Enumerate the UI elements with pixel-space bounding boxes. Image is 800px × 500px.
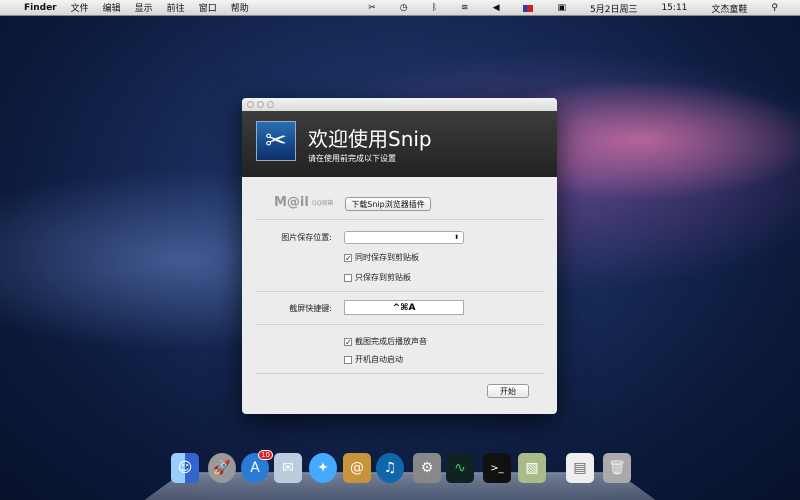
checkbox-clipboard-only[interactable]: 只保存到剪贴板 bbox=[344, 272, 411, 283]
dock-mail-icon[interactable]: ✉ bbox=[274, 453, 302, 483]
menu-help[interactable]: 帮助 bbox=[231, 1, 249, 14]
close-button[interactable] bbox=[247, 101, 254, 108]
dock-safari-icon[interactable]: ✦ bbox=[309, 453, 337, 483]
save-location-label: 图片保存位置: bbox=[281, 233, 332, 242]
notification-badge: 10 bbox=[258, 450, 273, 460]
clock-date[interactable]: 5月2日周三 bbox=[590, 2, 637, 15]
dock-launchpad-icon[interactable]: 🚀 bbox=[208, 453, 236, 483]
snip-welcome-dialog: ✂ 欢迎使用Snip 请在使用前完成以下设置 M@il QQ邮箱 下载Snip浏… bbox=[242, 98, 557, 414]
checkbox-unchecked[interactable] bbox=[344, 355, 352, 364]
dock-document-stack-icon[interactable]: ▤ bbox=[566, 453, 594, 483]
menu-app-finder[interactable]: Finder bbox=[24, 3, 57, 13]
divider bbox=[256, 291, 544, 292]
input-flag-icon[interactable] bbox=[523, 4, 534, 12]
dock-trash-icon[interactable]: 🗑 bbox=[603, 453, 631, 483]
divider bbox=[256, 373, 544, 374]
bluetooth-icon[interactable]: ᛒ bbox=[432, 3, 437, 13]
checkbox-unchecked[interactable] bbox=[344, 273, 352, 282]
clock-time[interactable]: 15:11 bbox=[661, 3, 687, 13]
dialog-subtitle: 请在使用前完成以下设置 bbox=[308, 154, 396, 163]
dock-app-store-icon[interactable]: A 10 bbox=[241, 450, 273, 483]
menu-window[interactable]: 窗口 bbox=[199, 1, 217, 14]
start-button[interactable]: 开始 bbox=[487, 384, 529, 398]
dialog-title: 欢迎使用Snip bbox=[308, 127, 432, 151]
zoom-button[interactable] bbox=[267, 101, 274, 108]
download-plugin-button[interactable]: 下载Snip浏览器插件 bbox=[345, 197, 431, 211]
menu-bar: Finder 文件 编辑 显示 前往 窗口 帮助 ✂ ◷ ᛒ ≋ ◀ ▣ 5月2… bbox=[0, 0, 800, 16]
divider bbox=[256, 324, 544, 325]
dock-preview-icon[interactable]: ▧ bbox=[518, 453, 546, 483]
time-machine-icon[interactable]: ◷ bbox=[400, 3, 408, 13]
save-location-select[interactable]: ⬍ bbox=[344, 231, 464, 244]
dialog-header: ✂ 欢迎使用Snip 请在使用前完成以下设置 bbox=[242, 111, 557, 177]
menu-file[interactable]: 文件 bbox=[71, 1, 89, 14]
dock-activity-monitor-icon[interactable]: ∿ bbox=[446, 453, 474, 483]
select-arrows-icon: ⬍ bbox=[453, 234, 459, 241]
snip-scissors-icon: ✂ bbox=[256, 121, 296, 161]
divider bbox=[256, 219, 544, 220]
qq-mail-logo: M@il QQ邮箱 bbox=[274, 195, 334, 210]
menu-edit[interactable]: 编辑 bbox=[103, 1, 121, 14]
menu-go[interactable]: 前往 bbox=[167, 1, 185, 14]
spotlight-icon[interactable]: ⚲ bbox=[771, 3, 778, 13]
dock-terminal-icon[interactable]: >_ bbox=[483, 453, 511, 483]
title-bar[interactable] bbox=[242, 98, 557, 111]
snip-status-icon[interactable]: ✂ bbox=[368, 3, 376, 13]
checkbox-play-sound[interactable]: ✓ 截图完成后播放声音 bbox=[344, 336, 427, 347]
minimize-button[interactable] bbox=[257, 101, 264, 108]
wifi-icon[interactable]: ≋ bbox=[461, 3, 469, 13]
menu-view[interactable]: 显示 bbox=[135, 1, 153, 14]
dock-system-preferences-icon[interactable]: ⚙ bbox=[413, 453, 441, 483]
dock-address-book-icon[interactable]: @ bbox=[343, 453, 371, 483]
checkbox-launch-at-login[interactable]: 开机自动启动 bbox=[344, 354, 403, 365]
shortcut-field[interactable]: ^⌘A bbox=[344, 300, 464, 315]
shortcut-label: 截屏快捷键: bbox=[289, 304, 332, 313]
dock-itunes-icon[interactable]: ♫ bbox=[376, 453, 404, 483]
checkbox-checked[interactable]: ✓ bbox=[344, 337, 352, 346]
display-icon[interactable]: ▣ bbox=[557, 3, 566, 13]
user-name[interactable]: 文杰童鞋 bbox=[711, 2, 747, 15]
checkbox-checked[interactable]: ✓ bbox=[344, 253, 352, 262]
volume-icon[interactable]: ◀ bbox=[493, 3, 500, 13]
dock-finder-icon[interactable]: ☺ bbox=[171, 453, 199, 483]
checkbox-save-clipboard-too[interactable]: ✓ 同时保存到剪贴板 bbox=[344, 252, 419, 263]
